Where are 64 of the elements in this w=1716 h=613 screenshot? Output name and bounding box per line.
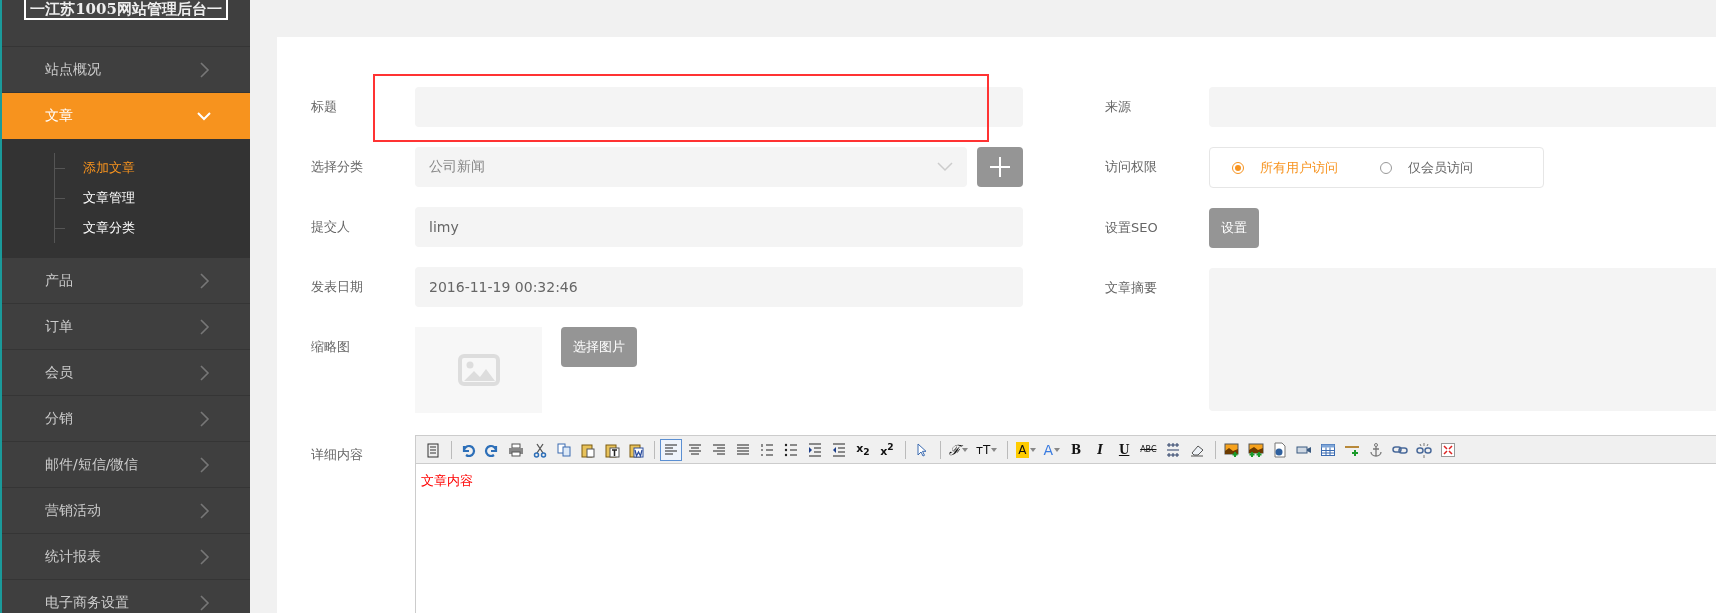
font-color-button[interactable]: A <box>1040 438 1064 461</box>
field-label: 详细内容 <box>311 446 364 464</box>
caret-icon <box>991 447 998 452</box>
document-icon <box>1271 441 1288 458</box>
underline-button[interactable]: U <box>1113 438 1136 461</box>
scissors-icon <box>532 441 548 458</box>
align-center-icon <box>687 441 703 458</box>
title-input[interactable] <box>415 87 1023 127</box>
field-label: 来源 <box>1105 98 1132 116</box>
caret-icon <box>962 447 968 452</box>
field-label: 缩略图 <box>311 338 351 356</box>
justify-icon <box>735 441 751 458</box>
submenu-item[interactable]: 添加文章 <box>83 159 135 177</box>
outdent-icon <box>831 441 847 458</box>
anchor-icon <box>1367 441 1384 458</box>
clipboard-icon <box>425 441 441 458</box>
field-label: 文章摘要 <box>1105 279 1158 297</box>
clipboard-icon <box>580 441 596 458</box>
indent-icon <box>807 441 823 458</box>
superscript-button[interactable]: x$^{2}$ <box>876 438 898 461</box>
image-icon <box>1223 441 1240 458</box>
caret-icon <box>1054 447 1061 452</box>
bullet-list-icon <box>783 441 799 458</box>
field-label: 发表日期 <box>311 278 364 296</box>
broken-link-icon <box>1415 441 1432 458</box>
radio-label: 所有用户访问 <box>1260 158 1338 177</box>
fullscreen-icon <box>1439 441 1456 458</box>
image-icon <box>457 354 500 386</box>
highlight-button[interactable]: A <box>1013 438 1039 461</box>
copy-icon <box>556 441 572 458</box>
date-input[interactable]: 2016-11-19 00:32:46 <box>415 267 1023 307</box>
font-family-button[interactable]: ℱ <box>946 438 971 461</box>
add-category-button[interactable] <box>977 147 1023 187</box>
dropdown-caret-icon <box>937 162 953 172</box>
field-label: 标题 <box>311 98 338 116</box>
submitter-input[interactable]: limy <box>415 207 1023 247</box>
submenu-item[interactable]: 文章管理 <box>83 189 135 207</box>
select-value: 公司新闻 <box>429 158 485 176</box>
clipboard-icon <box>604 441 620 458</box>
caret-icon <box>1029 447 1036 452</box>
printer-icon <box>508 441 524 458</box>
radio-option[interactable]: 仅会员访问 <box>1380 158 1473 177</box>
field-label: 访问权限 <box>1105 158 1158 176</box>
plus-icon <box>989 156 1011 178</box>
radio-label: 仅会员访问 <box>1408 158 1473 177</box>
page-break-icon <box>1164 441 1181 458</box>
field-label: 设置SEO <box>1105 219 1159 237</box>
editor-content: 文章内容 <box>421 473 473 488</box>
field-label: 提交人 <box>311 218 351 236</box>
font-size-button[interactable]: ᴛT <box>973 438 1001 461</box>
align-left-icon <box>663 441 679 458</box>
numbered-list-icon <box>759 441 775 458</box>
submenu-item[interactable]: 文章分类 <box>83 219 135 237</box>
align-left-button[interactable] <box>660 438 682 461</box>
field-label: 选择分类 <box>311 158 364 176</box>
align-right-icon <box>711 441 727 458</box>
bold-button[interactable]: B <box>1065 438 1088 461</box>
clipboard-icon <box>628 441 644 458</box>
table-icon <box>1319 441 1336 458</box>
strikethrough-button[interactable]: ABC <box>1137 438 1160 461</box>
subscript-button[interactable]: x$_{2}$ <box>852 438 874 461</box>
logo: 一江苏1005网站管理后台一 <box>24 0 228 20</box>
images-icon <box>1247 441 1264 458</box>
italic-button[interactable]: I <box>1089 438 1112 461</box>
